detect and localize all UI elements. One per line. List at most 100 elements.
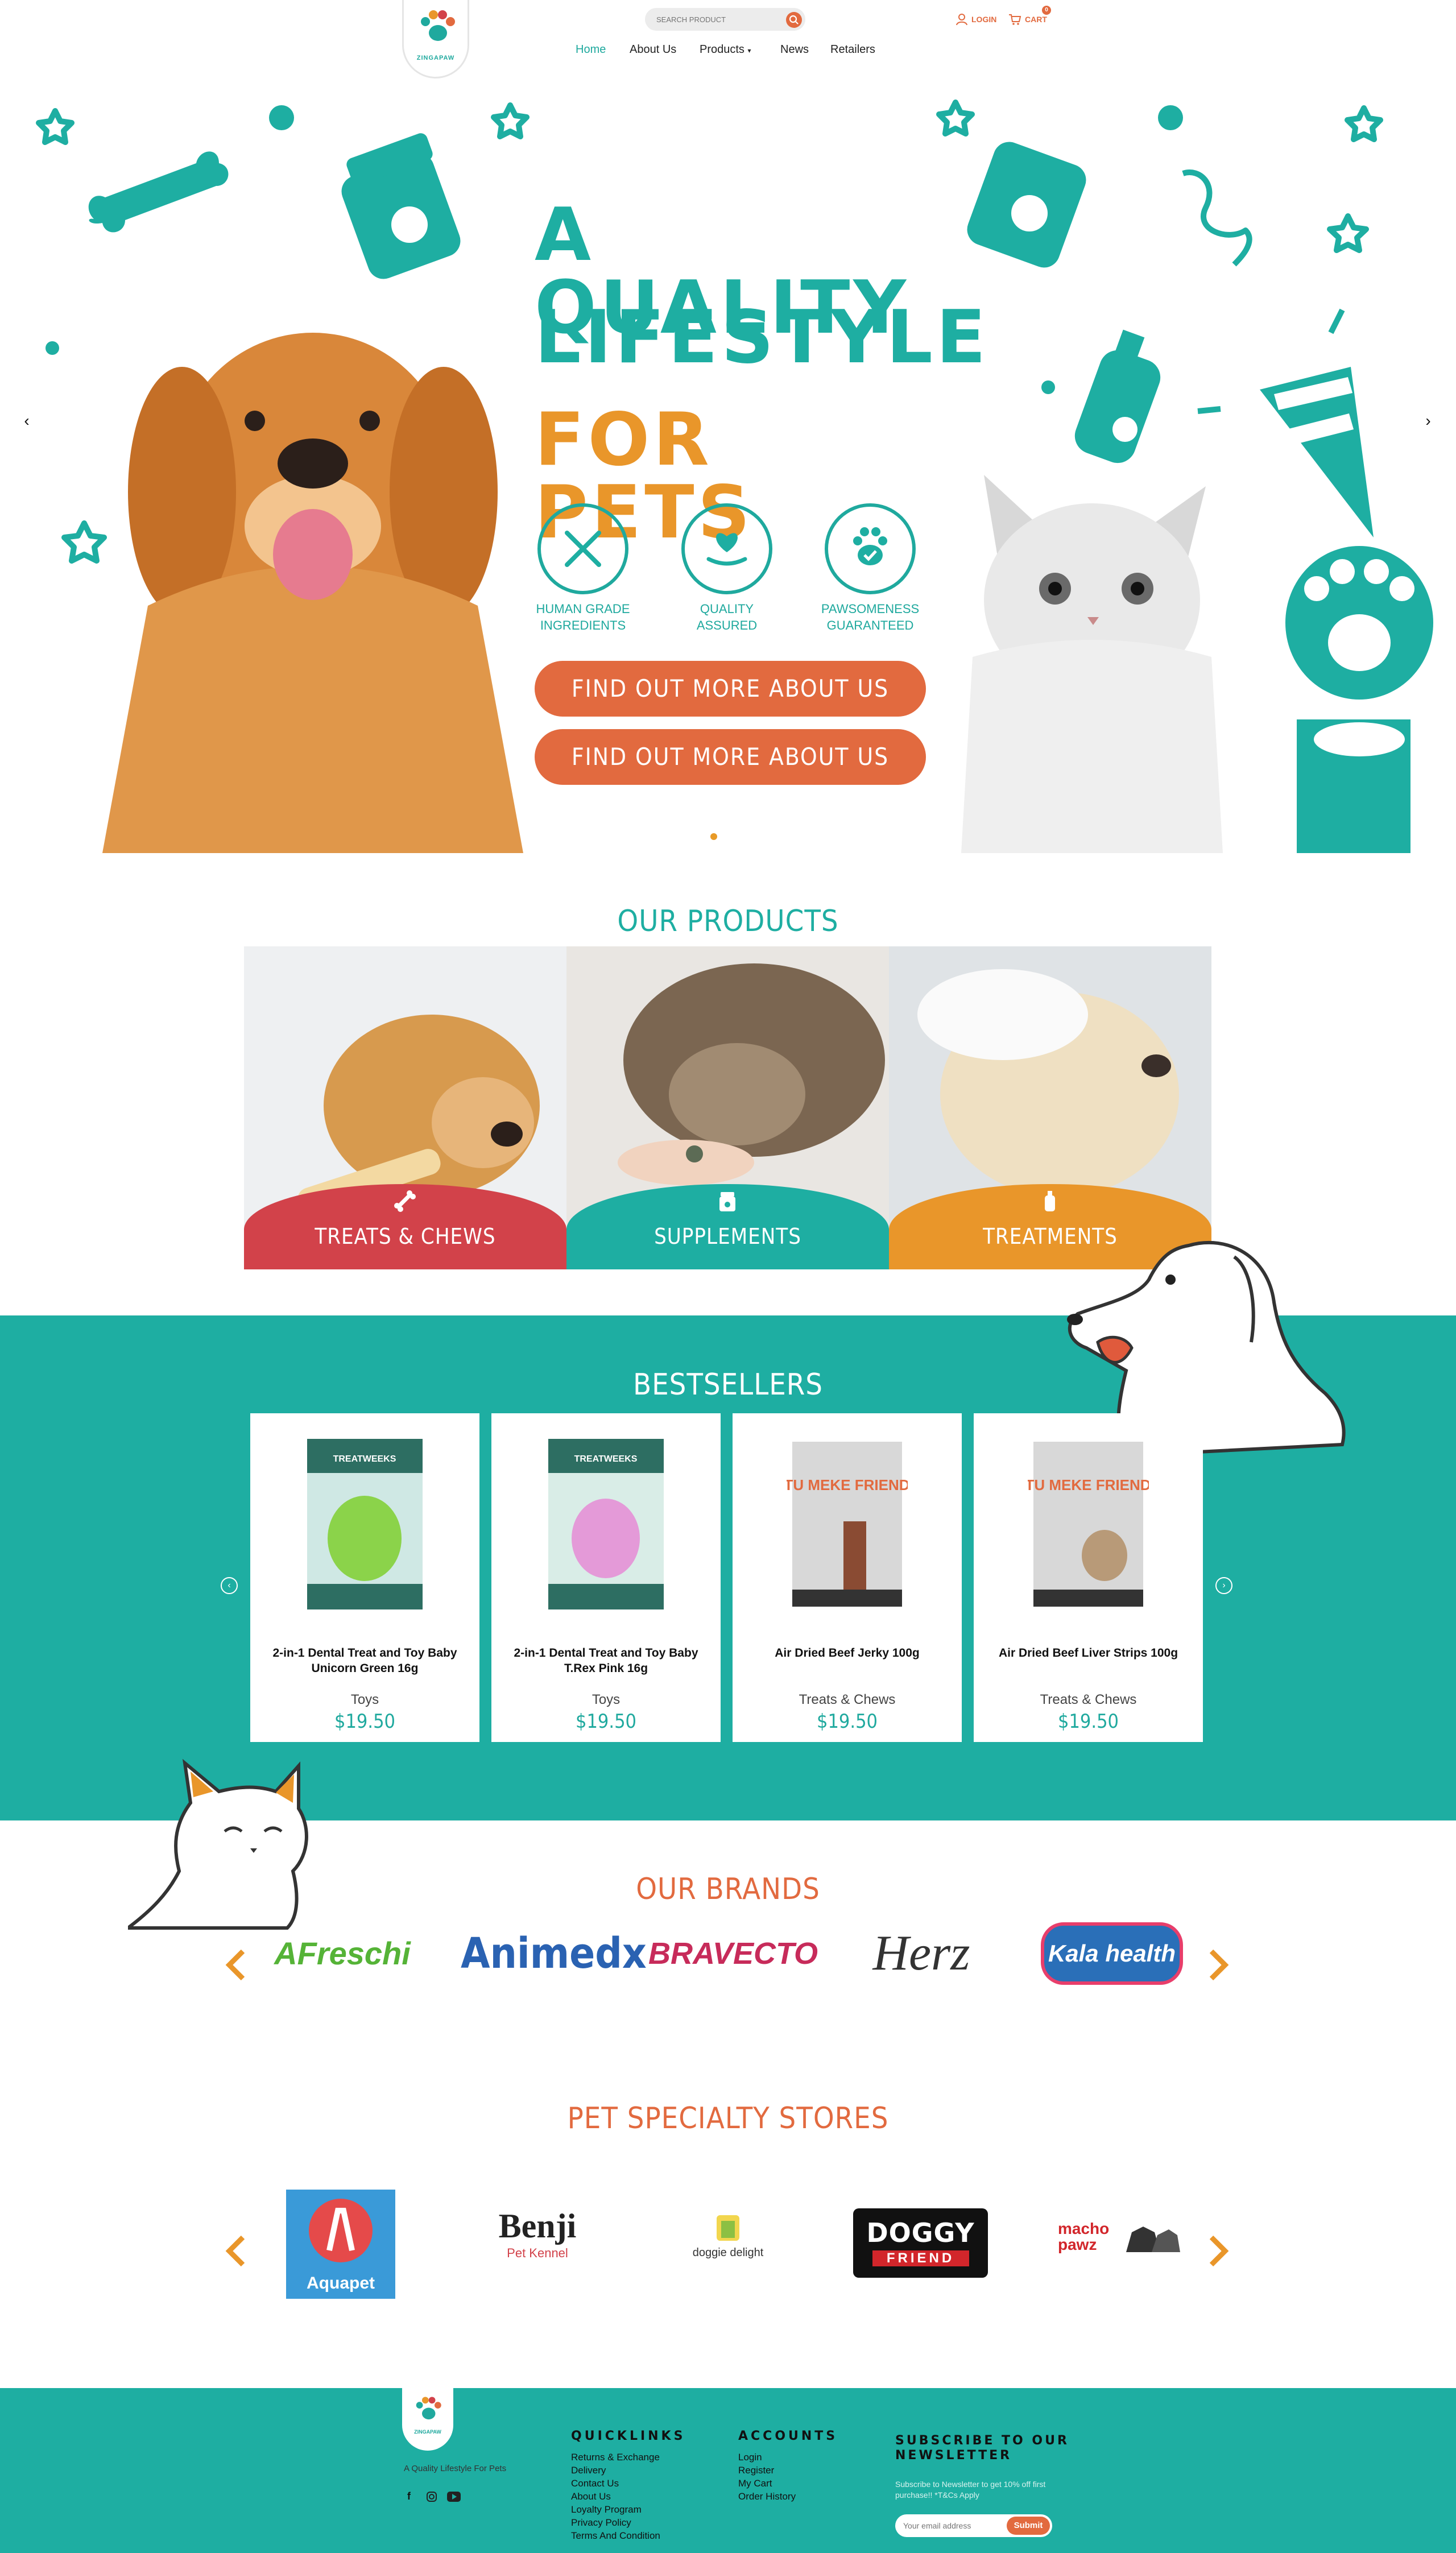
footer-link-terms[interactable]: Terms And Condition [571, 2529, 660, 2542]
quicklinks-title: QUICKLINKS [571, 2429, 686, 2443]
product-name[interactable]: 2-in-1 Dental Treat and Toy Baby T.Rex P… [503, 1645, 709, 1677]
instagram-icon[interactable] [427, 2492, 437, 2502]
facebook-icon[interactable]: f [407, 2490, 411, 2502]
product-name[interactable]: Air Dried Beef Jerky 100g [744, 1645, 950, 1661]
hero-title-line-2: LIFESTYLE [535, 295, 990, 380]
footer-logo[interactable]: ZINGAPAW [402, 2388, 453, 2451]
product-category-band: TREATS & CHEWS [244, 1184, 566, 1269]
store-name: Benji [498, 2207, 577, 2245]
footer-link-order-history[interactable]: Order History [738, 2490, 796, 2503]
bone-icon [394, 1190, 416, 1212]
nav-retailers[interactable]: Retailers [830, 43, 875, 60]
user-icon [956, 14, 967, 26]
product-card[interactable]: TREATWEEKS 2-in-1 Dental Treat and Toy B… [250, 1413, 479, 1742]
footer-link-privacy[interactable]: Privacy Policy [571, 2516, 660, 2529]
footer-link-login[interactable]: Login [738, 2451, 796, 2464]
stores-next-arrow-icon[interactable] [1207, 2234, 1230, 2268]
brand-logo-bravecto[interactable]: BRAVECTO [648, 1919, 818, 1988]
find-out-more-button[interactable]: FIND OUT MORE ABOUT US [535, 661, 926, 717]
cart-link[interactable]: CART [1025, 15, 1047, 24]
hero-prev-arrow-icon[interactable]: ‹ [18, 412, 35, 429]
product-image: TU MEKE FRIEND [1028, 1442, 1149, 1607]
footer-link-returns[interactable]: Returns & Exchange [571, 2451, 660, 2464]
brand-logo-afreschi[interactable]: AFreschi [257, 1919, 428, 1988]
hero-slide-dot[interactable] [710, 833, 717, 840]
store-logo-doggie-delight[interactable]: doggie delight [682, 2209, 774, 2278]
stores-prev-arrow-icon[interactable] [225, 2234, 247, 2268]
newsletter-text: Subscribe to Newsletter to get 10% off f… [895, 2480, 1046, 2500]
store-subname: FRIEND [872, 2250, 969, 2266]
footer-link-about[interactable]: About Us [571, 2490, 660, 2503]
store-logo-benji[interactable]: Benji Pet Kennel [481, 2207, 594, 2275]
store-logo-aquapet[interactable]: Aquapet [286, 2190, 395, 2299]
stores-title: PET SPECIALTY STORES [567, 2101, 889, 2136]
search-bar [645, 8, 805, 31]
search-input[interactable] [656, 13, 770, 26]
product-category-treats[interactable]: TREATS & CHEWS [244, 946, 566, 1269]
hero-next-arrow-icon[interactable]: › [1420, 412, 1437, 429]
store-logo-doggy-friend[interactable]: DOGGY FRIEND [853, 2208, 988, 2278]
product-card[interactable]: TU MEKE FRIEND Air Dried Beef Liver Stri… [974, 1413, 1203, 1742]
pack-brand-text: TU MEKE FRIEND [1028, 1476, 1149, 1493]
product-image: TREATWEEKS [548, 1439, 664, 1609]
paw-logo-icon [421, 10, 455, 41]
product-category-supplements[interactable]: SUPPLEMENTS [566, 946, 889, 1269]
feature-label: QUALITY ASSURED [696, 602, 758, 632]
brand-logo-herz[interactable]: Herz [842, 1919, 1001, 1988]
youtube-icon[interactable] [447, 2492, 461, 2502]
product-category-label: SUPPLEMENTS [654, 1224, 801, 1249]
product-name[interactable]: 2-in-1 Dental Treat and Toy Baby Unicorn… [262, 1645, 468, 1677]
submit-button[interactable]: Submit [1007, 2517, 1050, 2535]
email-field[interactable] [903, 2519, 1000, 2532]
product-image: TU MEKE FRIEND [787, 1442, 908, 1607]
product-price: $19.50 [817, 1710, 878, 1733]
bottle-icon [1045, 1191, 1055, 1211]
nav-products[interactable]: Products ▾ [700, 43, 751, 60]
product-category: Treats & Chews [1040, 1692, 1137, 1707]
find-out-more-button-2[interactable]: FIND OUT MORE ABOUT US [535, 729, 926, 785]
footer-link-delivery[interactable]: Delivery [571, 2464, 660, 2477]
brands-title: OUR BRANDS [636, 1872, 820, 1906]
product-category-treatments[interactable]: TREATMENTS [889, 946, 1211, 1269]
footer-link-my-cart[interactable]: My Cart [738, 2477, 796, 2490]
product-name[interactable]: Air Dried Beef Liver Strips 100g [985, 1645, 1192, 1661]
white-cat-image [961, 475, 1223, 853]
search-button[interactable] [786, 12, 802, 28]
product-card[interactable]: TREATWEEKS 2-in-1 Dental Treat and Toy B… [491, 1413, 721, 1742]
login-link[interactable]: LOGIN [971, 15, 996, 24]
store-name: DOGGY [866, 2217, 975, 2248]
nav-news[interactable]: News [780, 43, 809, 60]
nav-about-us[interactable]: About Us [630, 43, 676, 60]
store-logo-macho-pawz[interactable]: macho pawz [1058, 2221, 1183, 2266]
fork-knife-icon [537, 503, 628, 594]
store-name: macho pawz [1058, 2220, 1110, 2253]
store-name: Aquapet [307, 2274, 375, 2293]
bestsellers-prev-arrow-icon[interactable]: ‹ [221, 1577, 238, 1594]
feature-quality-assured: QUALITY ASSURED [670, 503, 784, 634]
products-title: OUR PRODUCTS [617, 904, 839, 938]
newsletter-form: Submit [895, 2514, 1052, 2537]
footer-link-loyalty[interactable]: Loyalty Program [571, 2503, 660, 2516]
footer-tagline: A Quality Lifestyle For Pets [404, 2464, 507, 2473]
brand-logo-kala-health[interactable]: Kala health [1041, 1922, 1183, 1985]
paw-check-icon [825, 503, 916, 594]
site-footer: ZINGAPAW A Quality Lifestyle For Pets f … [0, 2388, 1456, 2553]
store-name: doggie delight [692, 2246, 764, 2259]
dogs-silhouette-icon [1126, 2227, 1180, 2252]
product-card[interactable]: TU MEKE FRIEND Air Dried Beef Jerky 100g… [733, 1413, 962, 1742]
chevron-down-icon: ▾ [747, 47, 751, 55]
brands-prev-arrow-icon[interactable] [225, 1948, 247, 1982]
brand-logo-animedx[interactable]: Animedx [461, 1919, 647, 1988]
cart-icon[interactable] [1008, 13, 1021, 26]
hero-banner: A QUALITY LIFESTYLE FOR PETS HUMAN GRADE… [0, 82, 1456, 853]
pack-brand-text: TU MEKE FRIEND [787, 1476, 908, 1493]
site-logo[interactable]: ZINGAPAW [402, 0, 469, 78]
footer-link-contact[interactable]: Contact Us [571, 2477, 660, 2490]
bestsellers-next-arrow-icon[interactable]: › [1215, 1577, 1232, 1594]
nav-products-label: Products [700, 43, 744, 56]
footer-link-register[interactable]: Register [738, 2464, 796, 2477]
product-category-label: TREATS & CHEWS [315, 1224, 496, 1249]
nav-home[interactable]: Home [576, 43, 606, 60]
product-category-band: SUPPLEMENTS [566, 1184, 889, 1269]
brands-next-arrow-icon[interactable] [1207, 1948, 1230, 1982]
